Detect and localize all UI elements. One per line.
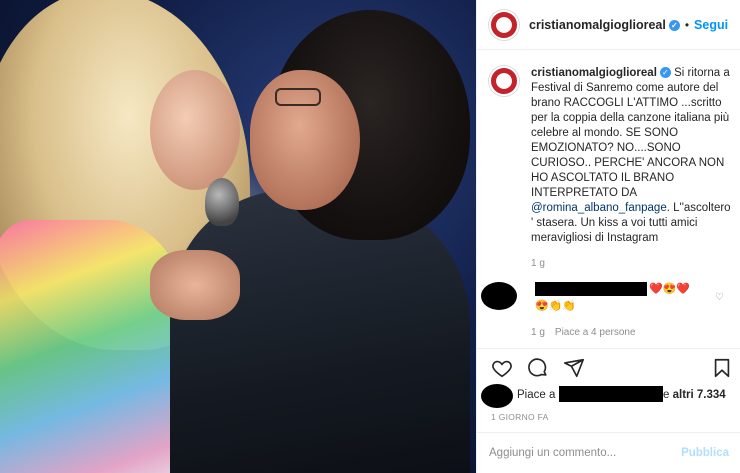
microphone (205, 178, 239, 226)
share-icon[interactable] (563, 357, 585, 379)
publish-button[interactable]: Pubblica (681, 447, 729, 459)
caption-avatar[interactable] (489, 66, 519, 96)
comment-avatar-redacted[interactable] (481, 282, 517, 310)
post-date[interactable]: 1 GIORNO FA (491, 412, 549, 422)
verified-badge-icon: ✓ (668, 19, 680, 31)
caption-time[interactable]: 1 g (531, 258, 545, 269)
likes-summary: Piace a e altri 7.334 (481, 384, 737, 408)
liker-name-redacted[interactable] (559, 386, 663, 402)
caption-body: Si ritorna a Festival di Sanremo come au… (531, 67, 730, 199)
liker-avatar-redacted[interactable] (481, 384, 513, 408)
heart-icon[interactable] (491, 357, 513, 379)
header-separator: • (684, 17, 690, 32)
post-caption: cristianomalgioglioreal ✓ Si ritorna a Fe… (489, 66, 733, 246)
bookmark-icon[interactable] (711, 357, 733, 379)
add-comment-bar: Pubblica (477, 432, 740, 473)
woman-face (150, 70, 240, 190)
comment-emoji-text: ❤️😍❤️ (649, 283, 691, 295)
likes-others-count[interactable]: altri 7.334 (673, 389, 726, 401)
caption-text: cristianomalgioglioreal ✓ Si ritorna a Fe… (531, 66, 733, 246)
likes-middle: e (663, 389, 670, 401)
comment-icon[interactable] (527, 357, 549, 379)
action-bar (477, 348, 740, 384)
man-suit (170, 190, 470, 473)
likes-prefix: Piace a (517, 389, 556, 401)
header-username-text[interactable]: cristianomalgioglioreal (529, 18, 666, 32)
comment-emoji-text-2: 😍👏👏 (535, 300, 577, 312)
post-photo[interactable] (0, 0, 476, 473)
caption-username[interactable]: cristianomalgioglioreal (531, 67, 657, 79)
caption-verified-badge-icon: ✓ (659, 67, 671, 79)
comment-meta: 1 g Piace a 4 persone (531, 327, 636, 338)
man-glasses (275, 88, 321, 106)
post-sidebar: cristianomalgioglioreal ✓ • Segui cristia… (476, 0, 740, 473)
caption-mention-link[interactable]: @romina_albano_fanpage (531, 202, 667, 214)
header-username[interactable]: cristianomalgioglioreal ✓ (529, 18, 680, 32)
hands (150, 250, 240, 320)
comment-username-redacted (535, 282, 647, 296)
likes-others[interactable]: e altri 7.334 (663, 389, 726, 401)
post-header: cristianomalgioglioreal ✓ • Segui (477, 0, 740, 50)
profile-avatar[interactable] (489, 9, 519, 40)
comment-likes[interactable]: Piace a 4 persone (555, 327, 636, 338)
follow-button[interactable]: Segui (694, 18, 728, 32)
comment-time[interactable]: 1 g (531, 327, 545, 338)
comment-item: ❤️😍❤️ 😍👏👏 ♡ (481, 282, 737, 332)
comment-input[interactable] (489, 447, 682, 459)
comment-like-heart-icon[interactable]: ♡ (715, 292, 724, 303)
